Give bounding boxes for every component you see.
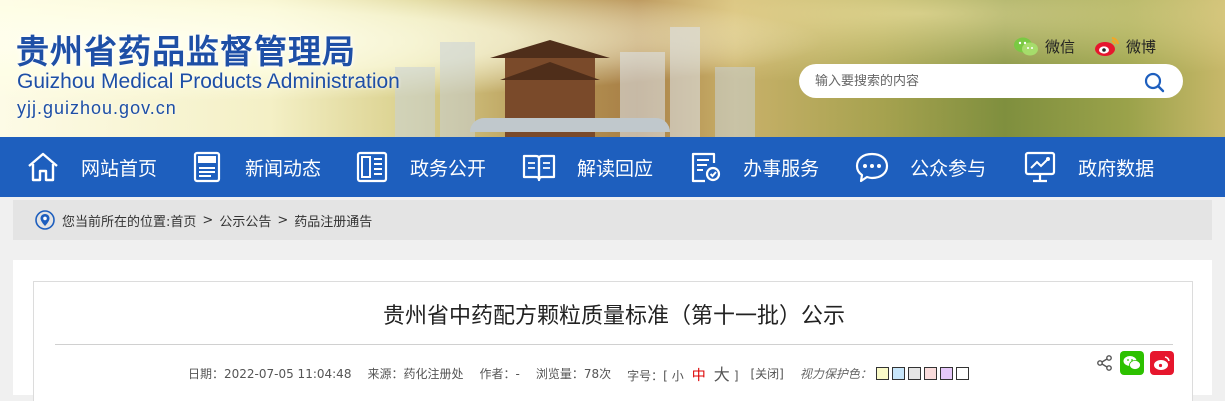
nav-label: 解读回应	[577, 157, 654, 180]
chat-bubble-icon	[855, 152, 889, 183]
eye-care-swatches	[875, 366, 972, 380]
document-icon	[356, 151, 388, 183]
pagoda-roof	[500, 62, 600, 80]
nav-label: 新闻动态	[245, 157, 322, 180]
share-wechat-button[interactable]	[1120, 351, 1144, 375]
nav-label: 政府数据	[1078, 157, 1155, 180]
pagoda-roof	[490, 40, 610, 58]
nav-item-home[interactable]: 网站首页	[25, 137, 157, 197]
city-building	[440, 42, 475, 137]
home-icon	[28, 152, 58, 182]
city-building	[670, 27, 700, 137]
article-title: 贵州省中药配方颗粒质量标准（第十一批）公示	[382, 304, 845, 329]
site-title[interactable]: 贵州省药品监督管理局	[16, 25, 356, 73]
article-author: 作者：-	[479, 366, 520, 381]
breadcrumb-drug-registration[interactable]: 药品注册通告	[294, 211, 372, 230]
title-divider	[55, 344, 1173, 345]
wechat-icon	[1123, 356, 1141, 370]
nav-item-interpretation[interactable]: 解读回应	[521, 137, 653, 197]
view-count: 浏览量：78次	[535, 366, 612, 381]
breadcrumb-separator: >	[277, 212, 289, 228]
news-icon	[193, 151, 221, 183]
eye-care-swatch-purple[interactable]	[939, 367, 953, 380]
font-size-bracket: ]	[733, 369, 739, 383]
font-size-medium[interactable]: 中	[692, 368, 706, 384]
share-bar	[1096, 351, 1174, 375]
article-panel: 贵州省中药配方颗粒质量标准（第十一批）公示 日期：2022-07-05 11:0…	[33, 281, 1193, 401]
book-icon	[522, 154, 556, 182]
share-weibo-button[interactable]	[1150, 351, 1174, 375]
publish-date: 日期：2022-07-05 11:04:48	[188, 366, 352, 381]
main-nav: 网站首页 新闻动态 政务公开 解读回应 办事服务 公众参与 政府数据	[0, 137, 1225, 197]
nav-item-participation[interactable]: 公众参与	[854, 137, 986, 197]
eye-care-label: 视力保护色：	[799, 366, 872, 381]
location-pin-icon	[35, 210, 55, 230]
nav-item-gov-affairs[interactable]: 政务公开	[354, 137, 486, 197]
city-building	[715, 67, 755, 137]
wechat-label: 微信	[1045, 37, 1076, 56]
breadcrumb-prefix: 您当前所在的位置:	[62, 214, 171, 230]
article-meta: 日期：2022-07-05 11:04:48 来源：药化注册处 作者：- 浏览量…	[188, 361, 972, 385]
font-size-large[interactable]: 大	[714, 365, 730, 384]
share-icon[interactable]	[1096, 354, 1114, 372]
breadcrumb: 您当前所在的位置: 首页 > 公示公告 > 药品注册通告	[13, 200, 1212, 240]
eye-care-swatch-gray[interactable]	[907, 367, 921, 380]
wechat-icon	[1014, 37, 1038, 56]
breadcrumb-announcements[interactable]: 公示公告	[219, 211, 271, 230]
nav-label: 政务公开	[410, 157, 487, 180]
weibo-label: 微博	[1126, 37, 1157, 56]
site-url: yjj.guizhou.gov.cn	[17, 98, 177, 118]
weibo-icon	[1154, 356, 1170, 370]
article-source: 来源：药化注册处	[367, 366, 464, 381]
nav-label: 办事服务	[743, 157, 820, 180]
breadcrumb-separator: >	[202, 212, 214, 228]
search-icon[interactable]	[1143, 71, 1165, 93]
content-area: 贵州省中药配方颗粒质量标准（第十一批）公示 日期：2022-07-05 11:0…	[13, 260, 1212, 401]
breadcrumb-home[interactable]: 首页	[170, 211, 196, 230]
eye-care-swatch-white[interactable]	[955, 367, 969, 380]
weibo-icon	[1095, 37, 1119, 56]
search-box	[799, 64, 1183, 98]
close-link[interactable]: [关闭]	[751, 365, 784, 382]
nav-item-services[interactable]: 办事服务	[687, 137, 819, 197]
eye-care-swatch-yellow[interactable]	[875, 367, 889, 380]
font-size-label: 字号：[	[627, 369, 668, 383]
data-screen-icon	[1024, 151, 1056, 183]
nav-label: 公众参与	[910, 157, 987, 180]
search-input[interactable]	[815, 73, 1135, 89]
eye-care-swatch-pink[interactable]	[923, 367, 937, 380]
wechat-link[interactable]: 微信	[1013, 35, 1075, 57]
bridge	[470, 118, 670, 132]
service-form-icon	[691, 152, 721, 183]
font-size-control: 字号：[ 小中大]	[627, 361, 738, 385]
weibo-link[interactable]: 微博	[1094, 35, 1156, 57]
eye-care-swatch-blue[interactable]	[891, 367, 905, 380]
font-size-small[interactable]: 小	[672, 369, 684, 383]
nav-item-news[interactable]: 新闻动态	[189, 137, 321, 197]
nav-label: 网站首页	[81, 157, 158, 180]
site-header: 贵州省药品监督管理局 Guizhou Medical Products Admi…	[0, 0, 1225, 137]
site-title-en: Guizhou Medical Products Administration	[17, 70, 400, 93]
city-building	[395, 67, 435, 137]
nav-item-gov-data[interactable]: 政府数据	[1022, 137, 1154, 197]
